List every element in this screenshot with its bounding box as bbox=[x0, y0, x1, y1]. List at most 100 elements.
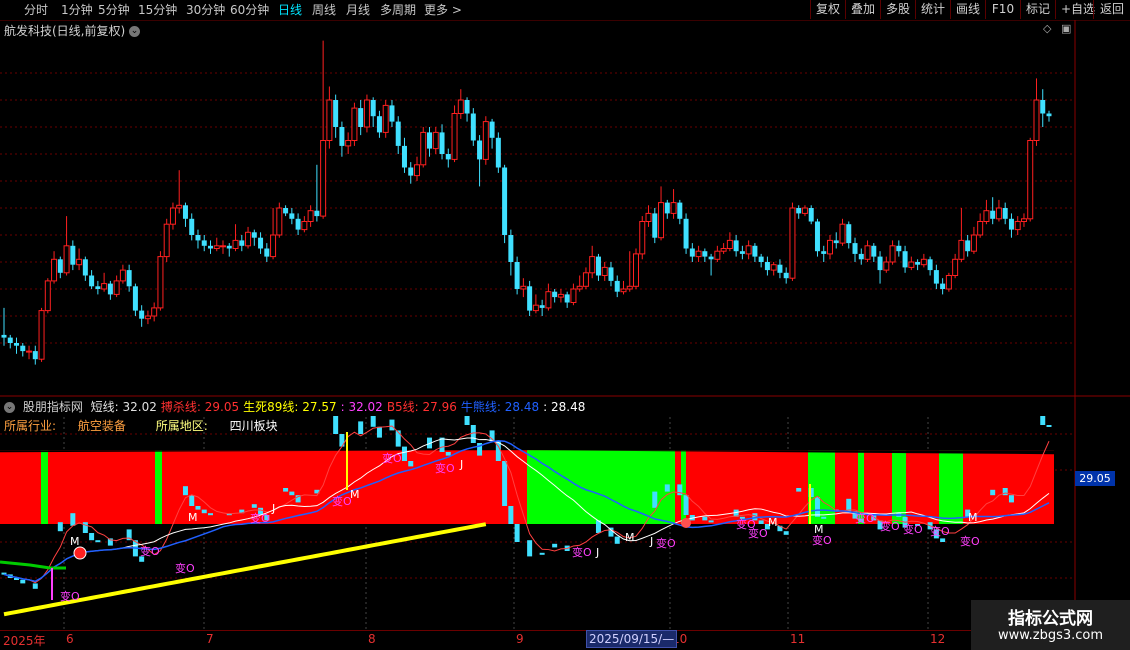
candle-body-down bbox=[739, 251, 745, 254]
candle-body-down bbox=[752, 245, 758, 257]
candle-body-down bbox=[126, 270, 132, 287]
candle-body-down bbox=[783, 272, 789, 279]
candle-body-down bbox=[796, 208, 802, 214]
candle-body-up bbox=[645, 212, 652, 222]
indicator-value-4: B5线: 27.96 bbox=[386, 400, 457, 414]
candle-body-up bbox=[970, 234, 977, 252]
candle-body-down bbox=[189, 218, 195, 235]
indicator-block bbox=[702, 516, 708, 521]
candle-body-up bbox=[220, 245, 227, 248]
candle-body-up bbox=[169, 207, 176, 225]
candle-body-down bbox=[846, 224, 852, 244]
indicator-block bbox=[940, 538, 946, 542]
candle-body-up bbox=[532, 304, 539, 312]
candle-body-up bbox=[457, 99, 464, 114]
signal-marker: 变O bbox=[903, 522, 923, 536]
candle-body-up bbox=[38, 310, 45, 360]
indicator-value-6: : 28.48 bbox=[543, 400, 586, 414]
indicator-block bbox=[408, 461, 414, 467]
signal-marker: 变O bbox=[812, 533, 832, 547]
indicator-block bbox=[32, 583, 38, 589]
watermark: 指标公式网 www.zbgs3.com bbox=[971, 600, 1130, 650]
indicator-block bbox=[401, 446, 407, 461]
date-tick: 6 bbox=[66, 632, 74, 646]
candle-body-down bbox=[1040, 100, 1046, 114]
candle-body-up bbox=[176, 204, 183, 209]
candle-body-down bbox=[689, 248, 695, 257]
bull-band bbox=[155, 450, 162, 524]
candle-body-down bbox=[445, 154, 451, 160]
candle-body-down bbox=[427, 132, 433, 149]
candle-body-up bbox=[908, 261, 915, 268]
signal-marker: 变O bbox=[748, 526, 768, 540]
candle-body-up bbox=[801, 207, 808, 214]
candle-body-up bbox=[770, 264, 777, 271]
watermark-title: 指标公式网 bbox=[1008, 609, 1093, 629]
candle-body-down bbox=[401, 145, 407, 168]
candle-body-up bbox=[670, 202, 677, 214]
indicator-block bbox=[1040, 416, 1046, 425]
candle-body-up bbox=[307, 210, 314, 222]
indicator-block bbox=[470, 425, 476, 443]
candle-body-down bbox=[32, 351, 38, 360]
candle-body-up bbox=[144, 315, 151, 320]
indicator-block bbox=[814, 497, 820, 517]
indicator-values: 短线: 32.02 搏杀线: 29.05 生死89线: 27.57: 32.02 B5… bbox=[91, 400, 590, 414]
candle-body-down bbox=[226, 245, 232, 249]
indicator-block bbox=[664, 484, 670, 492]
candle-body-down bbox=[808, 208, 814, 222]
candle-body-down bbox=[940, 283, 946, 289]
candlestick-chart[interactable]: MMMMMMMJJJJ变O变O变O变O变O变O变O变O变O变O变O变O变O变O 变… bbox=[0, 0, 1130, 650]
candle-body-up bbox=[714, 250, 721, 260]
candle-body-up bbox=[545, 291, 552, 309]
candle-body-up bbox=[864, 245, 871, 260]
candle-body-up bbox=[889, 245, 896, 263]
indicator-block bbox=[57, 522, 63, 532]
signal-marker: M bbox=[768, 516, 778, 529]
indicator-block bbox=[527, 540, 533, 557]
date-tick: 12 bbox=[930, 632, 946, 646]
candle-body-down bbox=[408, 167, 414, 176]
watermark-url: www.zbgs3.com bbox=[997, 628, 1104, 643]
indicator-block bbox=[708, 520, 714, 523]
candle-body-down bbox=[990, 210, 996, 219]
candle-body-down bbox=[195, 235, 201, 241]
candle-body-down bbox=[927, 259, 933, 271]
signal-marker: 变O bbox=[250, 511, 270, 525]
signal-marker: 变O bbox=[60, 589, 80, 603]
candle-body-down bbox=[708, 256, 714, 260]
candle-body-up bbox=[245, 231, 252, 247]
indicator-bar: ⌄ 股朋指标网 短线: 32.02 搏杀线: 29.05 生死89线: 27.57:… bbox=[4, 398, 593, 415]
indicator-block bbox=[652, 491, 658, 508]
candle-body-up bbox=[720, 248, 727, 252]
candle-body-up bbox=[589, 256, 596, 274]
candle-body-down bbox=[139, 310, 145, 319]
signal-marker: 变O bbox=[382, 451, 402, 465]
candle-body-down bbox=[821, 251, 827, 254]
signal-marker: M bbox=[188, 511, 198, 524]
candle-body-up bbox=[920, 258, 927, 266]
candle-body-down bbox=[439, 132, 445, 154]
candle-body-down bbox=[877, 256, 883, 271]
signal-marker: J bbox=[649, 535, 653, 548]
signal-marker: 变O bbox=[572, 545, 592, 559]
indicator-value-5: 牛熊线: 28.48 bbox=[460, 400, 540, 414]
date-tick: 7 bbox=[206, 632, 214, 646]
signal-marker: 变O bbox=[960, 534, 980, 548]
signal-marker: 变O bbox=[656, 536, 676, 550]
candle-body-down bbox=[132, 286, 138, 311]
indicator-block bbox=[20, 579, 26, 584]
candle-body-up bbox=[945, 275, 952, 290]
candle-body-down bbox=[7, 337, 13, 343]
candle-body-up bbox=[157, 256, 164, 309]
candle-body-up bbox=[451, 113, 458, 160]
candle-body-up bbox=[345, 140, 352, 147]
indicator-block bbox=[539, 552, 545, 555]
candle-body-down bbox=[489, 121, 495, 138]
candle-body-down bbox=[89, 275, 95, 287]
candle-body-down bbox=[258, 237, 264, 249]
candle-body-down bbox=[833, 240, 839, 244]
chevron-down-icon[interactable]: ⌄ bbox=[4, 402, 15, 413]
date-tick: 9 bbox=[516, 632, 524, 646]
area-label: 所属地区: bbox=[155, 419, 208, 433]
